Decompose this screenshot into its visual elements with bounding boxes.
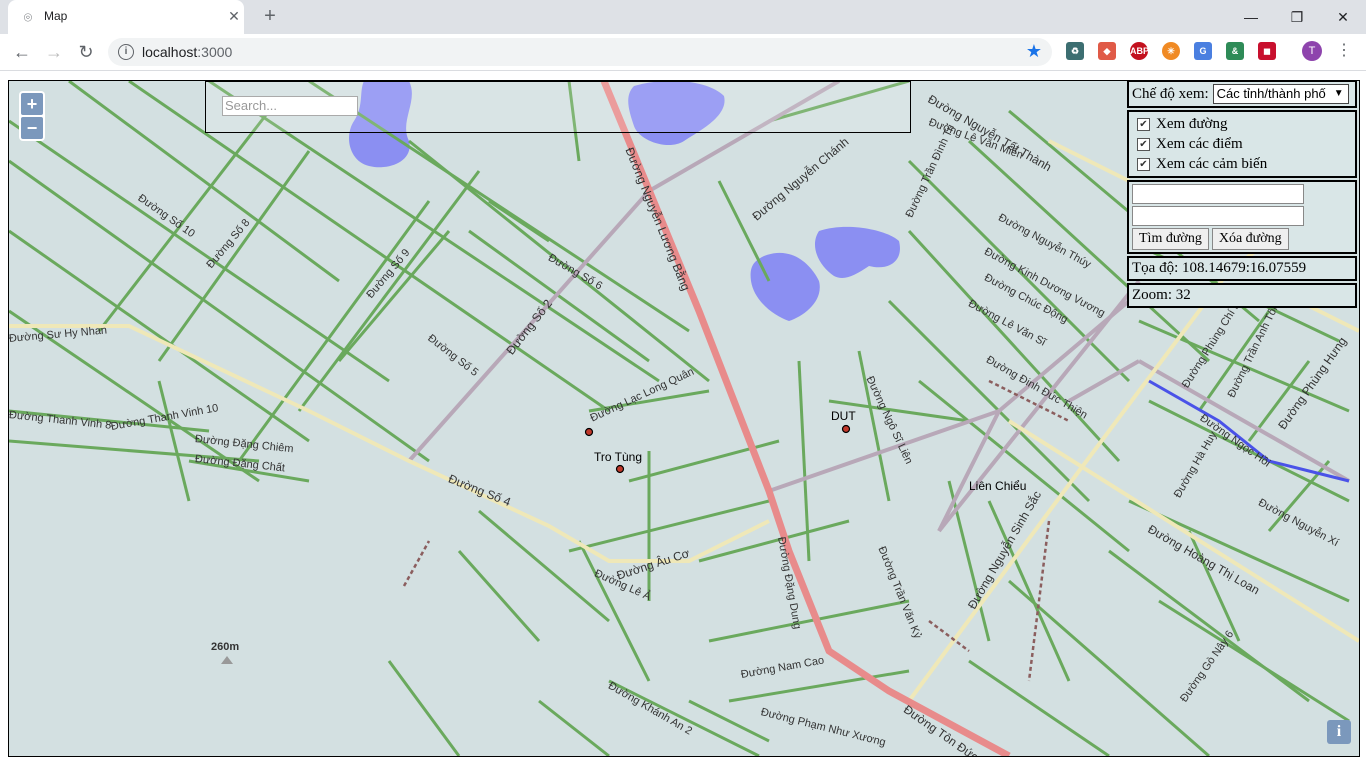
find-route-button[interactable]: Tìm đường <box>1132 228 1209 250</box>
tab-title: Map <box>44 9 68 23</box>
translate-extension-icon[interactable]: G <box>1194 42 1212 60</box>
checkbox-roads[interactable]: ✔ <box>1137 117 1150 131</box>
reload-icon[interactable]: ↻ <box>74 40 98 64</box>
control-panel: Chế độ xem: Các tỉnh/thành phố ▼ ✔ Xem đư… <box>1127 80 1357 310</box>
bookmark-star-icon[interactable]: ★ <box>1026 41 1042 62</box>
orange-extension-icon[interactable]: ✳ <box>1162 42 1180 60</box>
toggle-points[interactable]: ✔ Xem các điểm <box>1132 134 1352 154</box>
zoom-in-button[interactable]: + <box>21 93 43 115</box>
coords-readout: Tọa độ: 108.14679:16.07559 <box>1127 256 1357 281</box>
clear-route-button[interactable]: Xóa đường <box>1211 228 1289 250</box>
lake-4 <box>814 226 900 278</box>
zoom-out-button[interactable]: − <box>21 117 43 139</box>
checkbox-sensors[interactable]: ✔ <box>1137 157 1150 171</box>
view-mode-box: Chế độ xem: Các tỉnh/thành phố ▼ <box>1127 80 1357 108</box>
adblock-extension-icon[interactable]: ABP <box>1130 42 1149 60</box>
window-close-icon[interactable]: ✕ <box>1320 4 1366 30</box>
route-start-input[interactable] <box>1132 184 1304 204</box>
route-end-input[interactable] <box>1132 206 1304 226</box>
zoom-readout: Zoom: 32 <box>1127 283 1357 308</box>
new-tab-icon[interactable]: + <box>260 6 280 26</box>
place-label-tro-tung[interactable]: Tro Tùng <box>594 450 642 464</box>
menu-dots-icon[interactable]: ⋮ <box>1336 41 1352 61</box>
red-extension-icon[interactable]: ◼ <box>1258 42 1276 60</box>
toggle-sensors[interactable]: ✔ Xem các cảm biến <box>1132 154 1352 174</box>
close-icon[interactable]: ✕ <box>226 8 242 24</box>
recycle-extension-icon[interactable]: ♻ <box>1066 42 1084 60</box>
address-bar[interactable]: i localhost:3000 ★ <box>108 38 1052 66</box>
peak-marker <box>221 656 233 664</box>
globe-icon: ⌾ <box>23 9 33 25</box>
layer-toggles: ✔ Xem đường ✔ Xem các điểm ✔ Xem các cảm bi… <box>1127 110 1357 178</box>
place-label-dut[interactable]: DUT <box>831 409 856 423</box>
view-mode-select[interactable]: Các tỉnh/thành phố ▼ <box>1212 84 1349 104</box>
zoom-control: + − <box>19 91 45 141</box>
browser-toolbar: ← → ↻ i localhost:3000 ★ ♻ ◆ ABP ✳ G & ◼… <box>0 34 1366 71</box>
forward-icon[interactable]: → <box>42 40 66 64</box>
info-icon[interactable]: i <box>118 44 134 60</box>
browser-tabbar: ⌾ Map ✕ + — ❐ ✕ <box>0 0 1366 34</box>
point-lac-long-quan <box>584 427 594 437</box>
chevron-down-icon: ▼ <box>1333 88 1344 99</box>
browser-tab[interactable]: ⌾ Map ✕ <box>8 0 244 34</box>
url-text: localhost:3000 <box>142 44 233 60</box>
checkbox-points[interactable]: ✔ <box>1137 137 1150 151</box>
green-extension-icon[interactable]: & <box>1226 42 1244 60</box>
point-dut <box>841 424 851 434</box>
attribution-info-icon[interactable]: i <box>1327 720 1351 744</box>
view-mode-label: Chế độ xem: <box>1132 85 1209 102</box>
elevation-label: 260m <box>211 641 240 653</box>
district-label: Liên Chiểu <box>969 479 1027 493</box>
restore-icon[interactable]: ❐ <box>1274 4 1320 30</box>
point-tro-tung <box>615 464 625 474</box>
profile-avatar[interactable]: T <box>1302 41 1322 61</box>
shield-extension-icon[interactable]: ◆ <box>1098 42 1116 60</box>
toggle-roads[interactable]: ✔ Xem đường <box>1132 114 1352 134</box>
minimize-icon[interactable]: — <box>1228 4 1274 30</box>
back-icon[interactable]: ← <box>10 40 34 64</box>
search-input[interactable]: Search... <box>222 96 358 116</box>
search-container: Search... <box>205 81 911 133</box>
route-box: Tìm đường Xóa đường <box>1127 180 1357 254</box>
